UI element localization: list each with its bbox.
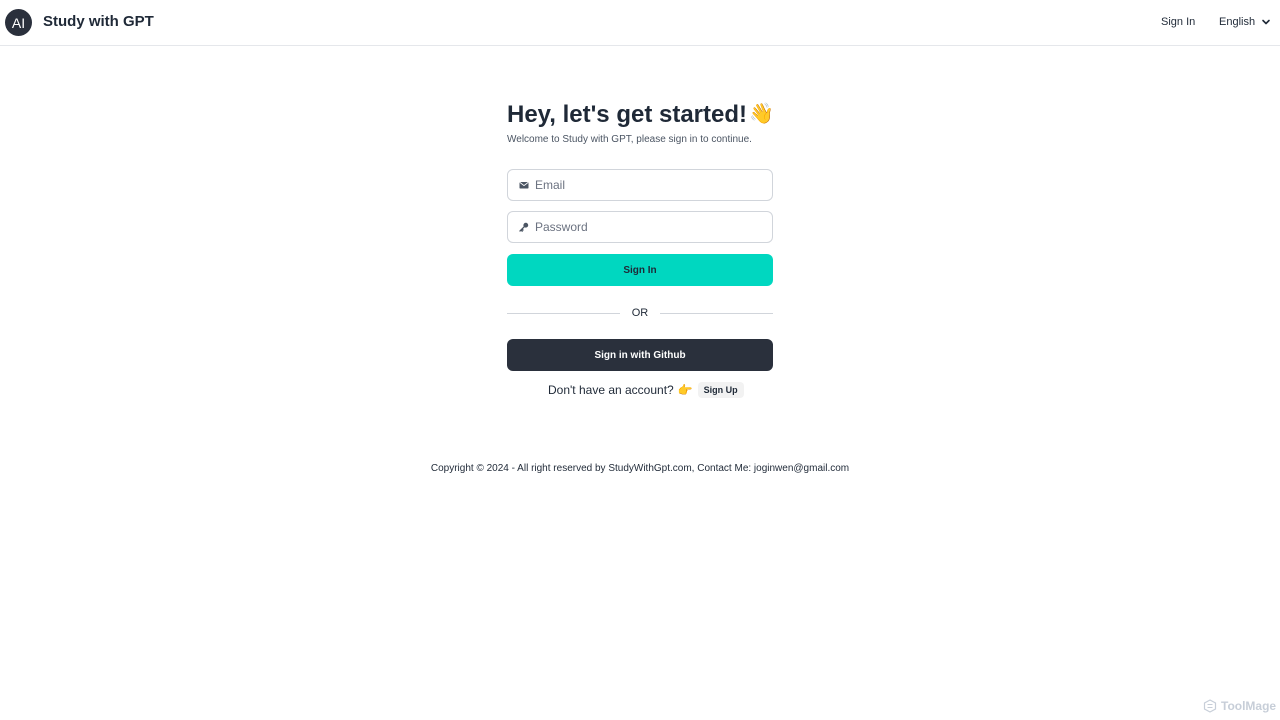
nav-sign-in-link[interactable]: Sign In [1161, 16, 1195, 28]
github-sign-in-button[interactable]: Sign in with Github [507, 339, 773, 371]
email-input[interactable] [535, 178, 755, 192]
sign-in-button[interactable]: Sign In [507, 254, 773, 286]
sign-up-button[interactable]: Sign Up [697, 382, 744, 398]
logo-avatar[interactable]: AI [5, 9, 32, 36]
welcome-subtitle: Welcome to Study with GPT, please sign i… [507, 134, 752, 145]
watermark-text: ToolMage [1221, 699, 1277, 713]
footer-copyright: Copyright © 2024 - All right reserved by… [430, 463, 850, 474]
envelope-icon [519, 182, 529, 189]
password-input[interactable] [535, 220, 755, 234]
brand-title[interactable]: Study with GPT [43, 13, 154, 30]
pointing-hand-icon: 👉 [677, 383, 693, 397]
waving-hand-icon: 👋 [749, 103, 774, 125]
email-field[interactable] [507, 169, 773, 201]
divider-line-left [507, 312, 620, 314]
language-label: English [1219, 16, 1256, 28]
chevron-down-icon [1262, 19, 1270, 25]
signup-prompt: Don't have an account? 👉 Sign Up [548, 382, 744, 398]
or-divider: OR [507, 305, 773, 321]
toolmage-logo-icon [1203, 699, 1217, 713]
heading-text: Hey, let's get started! [507, 101, 747, 128]
divider-line-right [660, 312, 773, 314]
no-account-text: Don't have an account? [548, 383, 674, 397]
page-heading: Hey, let's get started! 👋 [507, 101, 774, 129]
divider-text: OR [631, 307, 649, 319]
password-field[interactable] [507, 211, 773, 243]
language-dropdown[interactable]: English [1219, 16, 1271, 28]
navbar: AI Study with GPT Sign In English [0, 0, 1280, 46]
key-icon [519, 222, 529, 232]
watermark: ToolMage [1203, 699, 1276, 713]
